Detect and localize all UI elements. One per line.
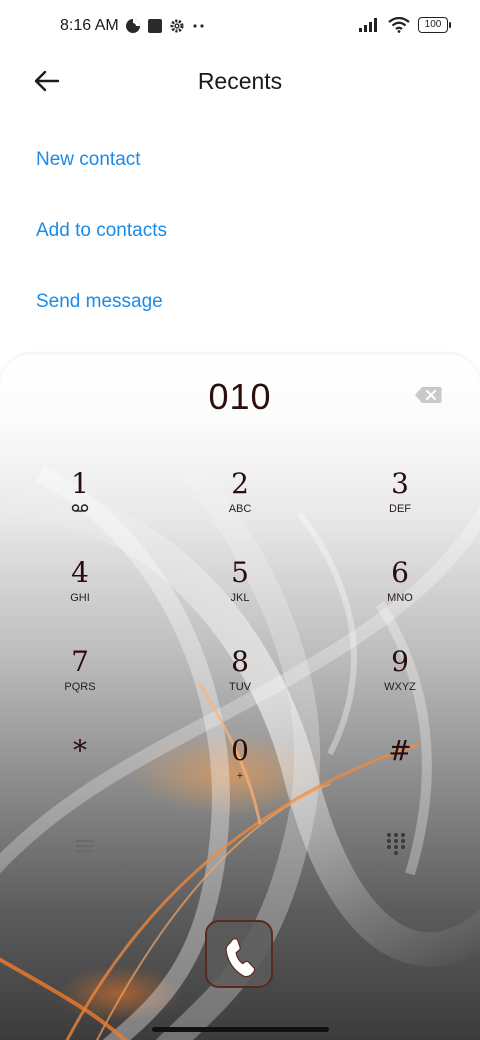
key-2-letters: ABC (228, 503, 252, 515)
key-1-digit: 1 (71, 467, 89, 500)
key-2[interactable]: 2 ABC (190, 468, 290, 538)
status-time: 8:16 AM (60, 17, 119, 34)
key-7-letters: PQRS (64, 681, 96, 693)
key-0-letters: + (236, 770, 244, 782)
key-1[interactable]: 1 (30, 468, 130, 538)
voicemail-icon (71, 504, 89, 512)
key-2-digit: 2 (231, 467, 249, 500)
key-6[interactable]: 6 MNO (350, 557, 450, 627)
dialed-number: 010 (208, 376, 272, 417)
new-contact-link[interactable]: New contact (36, 149, 141, 171)
key-3-digit: 3 (391, 467, 409, 500)
backspace-button[interactable] (414, 386, 442, 404)
key-5-digit: 5 (231, 556, 249, 589)
key-hash[interactable]: # (350, 735, 450, 805)
key-0-digit: 0 (231, 734, 249, 767)
key-star-digit: * (73, 734, 87, 767)
square-notification-icon (147, 19, 162, 33)
add-to-contacts-link[interactable]: Add to contacts (36, 220, 167, 242)
key-4-letters: GHI (70, 592, 90, 604)
battery-icon: 100 (418, 17, 451, 33)
key-3[interactable]: 3 DEF (350, 468, 450, 538)
phone-handset-icon (225, 938, 256, 978)
key-0[interactable]: 0 + (190, 735, 290, 805)
status-right: 100 (358, 17, 451, 33)
key-7-digit: 7 (71, 645, 89, 678)
key-5[interactable]: 5 JKL (190, 557, 290, 627)
key-6-letters: MNO (387, 592, 413, 604)
key-9-digit: 9 (391, 645, 409, 678)
key-5-letters: JKL (230, 592, 250, 604)
key-8[interactable]: 8 TUV (190, 646, 290, 716)
page-title: Recents (197, 68, 283, 94)
backspace-icon (415, 387, 442, 403)
call-button[interactable] (205, 920, 273, 988)
dialpad-toggle-button[interactable] (382, 830, 410, 858)
key-6-digit: 6 (391, 556, 409, 589)
settings-gear-icon (170, 19, 184, 33)
key-hash-digit: # (388, 734, 412, 767)
more-dots-icon (193, 24, 204, 28)
key-9-letters: WXYZ (384, 681, 416, 693)
key-4-digit: 4 (71, 556, 89, 589)
key-8-letters: TUV (229, 681, 251, 693)
app-bar: Recents (0, 56, 480, 108)
key-7[interactable]: 7 PQRS (30, 646, 130, 716)
key-4[interactable]: 4 GHI (30, 557, 130, 627)
signal-bars-icon (359, 18, 377, 32)
menu-button[interactable] (70, 834, 100, 858)
key-star[interactable]: * (30, 735, 130, 805)
dialpad-grid-icon (387, 833, 405, 855)
phone-screen: 8:16 AM 100 Recents New contact Add to c… (0, 0, 480, 1040)
dialer-panel: 010 1 2 ABC 3 DEF 4 GHI 5 JKL 6 MNO 7 PQ… (0, 354, 480, 1040)
menu-lines-icon (76, 840, 94, 853)
status-left: 8:16 AM (60, 17, 207, 35)
key-9[interactable]: 9 WXYZ (350, 646, 450, 716)
home-indicator[interactable] (152, 1027, 329, 1032)
status-bar: 8:16 AM 100 (0, 0, 480, 56)
send-message-link[interactable]: Send message (36, 291, 163, 313)
key-3-letters: DEF (389, 503, 411, 515)
wifi-icon (388, 17, 410, 33)
key-8-digit: 8 (231, 645, 249, 678)
data-saver-icon (125, 19, 140, 33)
